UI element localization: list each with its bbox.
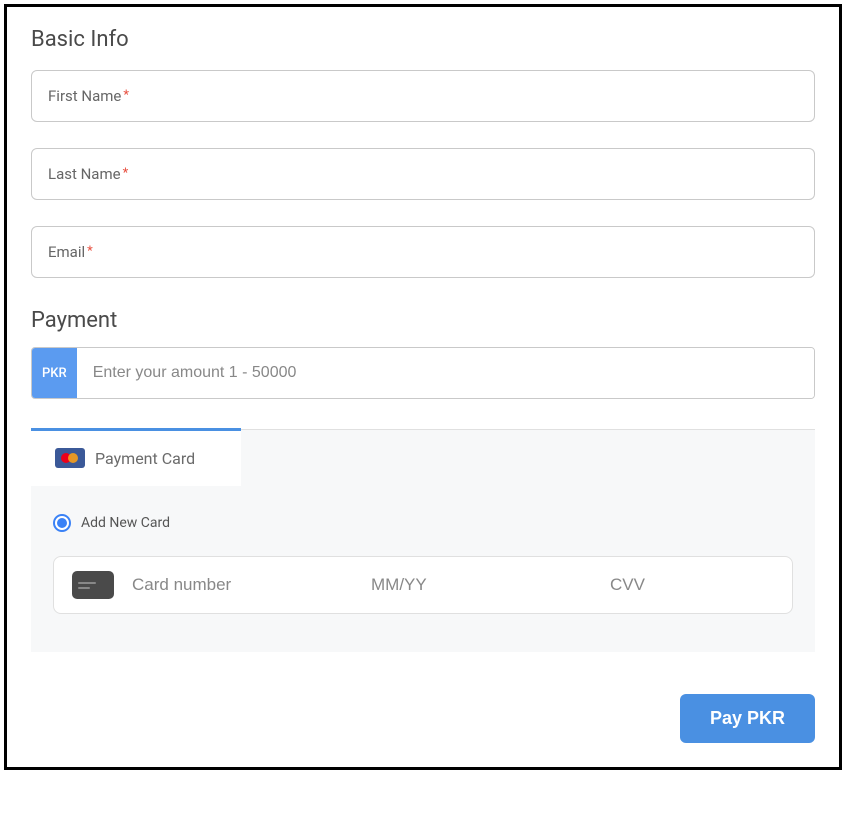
add-new-card-radio-row[interactable]: Add New Card bbox=[53, 514, 793, 532]
card-section: Add New Card bbox=[31, 486, 815, 652]
payment-form-container: Basic Info First Name* Last Name* Email*… bbox=[4, 4, 842, 770]
card-cvv-input[interactable] bbox=[610, 575, 831, 595]
email-input[interactable] bbox=[31, 226, 815, 278]
first-name-input[interactable] bbox=[31, 70, 815, 122]
footer-actions: Pay PKR bbox=[31, 694, 815, 743]
payment-method-area: Payment Card Add New Card bbox=[31, 429, 815, 652]
card-input-row bbox=[53, 556, 793, 614]
tab-payment-card-label: Payment Card bbox=[95, 449, 195, 468]
basic-info-title: Basic Info bbox=[31, 27, 815, 52]
card-expiry-input[interactable] bbox=[371, 575, 592, 595]
first-name-field-wrap: First Name* bbox=[31, 70, 815, 122]
radio-selected-icon bbox=[53, 514, 71, 532]
currency-prefix-badge: PKR bbox=[32, 348, 77, 398]
last-name-input[interactable] bbox=[31, 148, 815, 200]
last-name-field-wrap: Last Name* bbox=[31, 148, 815, 200]
email-field-wrap: Email* bbox=[31, 226, 815, 278]
tab-payment-card[interactable]: Payment Card bbox=[31, 430, 241, 486]
credit-card-icon bbox=[72, 571, 114, 599]
mastercard-icon bbox=[55, 448, 85, 468]
card-number-input[interactable] bbox=[132, 575, 353, 595]
amount-input[interactable] bbox=[77, 348, 814, 398]
pay-button[interactable]: Pay PKR bbox=[680, 694, 815, 743]
tab-active-indicator bbox=[31, 428, 241, 431]
add-new-card-label: Add New Card bbox=[81, 515, 170, 531]
payment-title: Payment bbox=[31, 308, 815, 333]
amount-input-group: PKR bbox=[31, 347, 815, 399]
